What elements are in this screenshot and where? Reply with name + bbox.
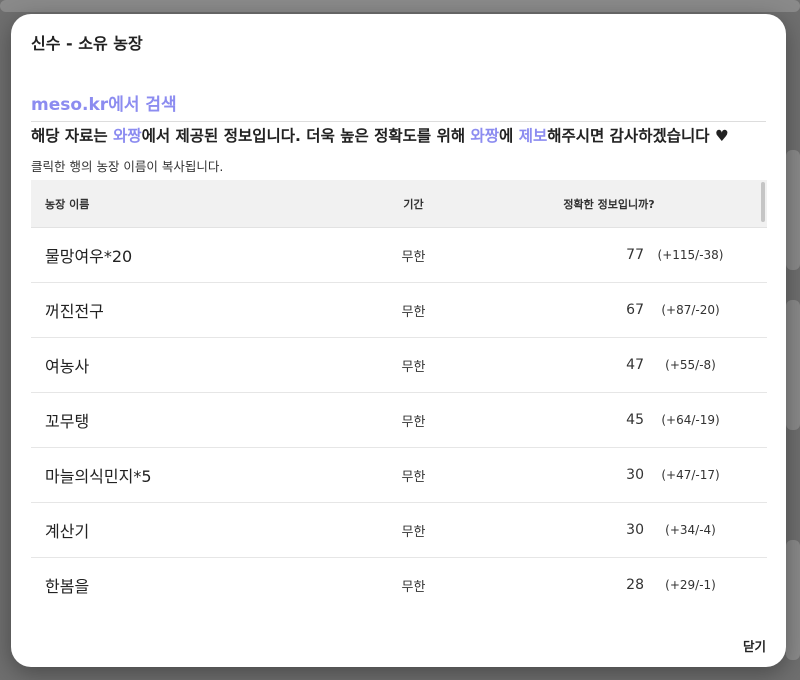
vote-count-cell: (+55/-8)	[665, 358, 716, 372]
notice-text: 해당 자료는	[31, 127, 114, 145]
column-header-period[interactable]: 기간	[376, 196, 451, 212]
notice-text: 에	[499, 127, 519, 145]
period-cell: 무한	[401, 524, 426, 540]
period-cell: 무한	[401, 249, 426, 265]
accuracy-score-cell: 77	[626, 247, 644, 263]
period-cell: 무한	[401, 414, 426, 430]
table-row[interactable]: 마늘의식민지*5 무한 30 (+47/-17)	[31, 448, 767, 503]
vote-count-cell: (+115/-38)	[657, 248, 724, 262]
period-cell: 무한	[401, 359, 426, 375]
farm-dialog: 신수 - 소유 농장 meso.kr에서 검색 해당 자료는 와짱에서 제공된 …	[11, 14, 786, 667]
heart-icon: ♥	[714, 127, 729, 145]
period-cell: 무한	[401, 304, 426, 320]
farm-table[interactable]: 농장 이름 기간 정확한 정보입니까? 물망여우*20 무한 77 (+115/-38…	[31, 180, 767, 597]
notice-text: 에서 제공된 정보입니다. 더욱 높은 정확도를 위해	[141, 127, 471, 145]
report-link[interactable]: 제보	[519, 127, 548, 145]
table-row[interactable]: 여농사 무한 47 (+55/-8)	[31, 338, 767, 393]
farm-name-cell: 한봄을	[45, 577, 90, 596]
accuracy-score-cell: 67	[626, 302, 644, 318]
divider	[31, 121, 766, 122]
period-cell: 무한	[401, 469, 426, 485]
table-row[interactable]: 물망여우*20 무한 77 (+115/-38)	[31, 228, 767, 283]
vote-count-cell: (+87/-20)	[661, 303, 720, 317]
scrollbar[interactable]	[761, 182, 765, 222]
accuracy-score-cell: 30	[626, 467, 644, 483]
copy-hint: 클릭한 행의 농장 이름이 복사됩니다.	[31, 159, 224, 174]
vote-count-cell: (+29/-1)	[665, 578, 716, 592]
close-button[interactable]: 닫기	[743, 636, 766, 655]
farm-name-cell: 여농사	[45, 357, 90, 376]
farm-name-cell: 계산기	[45, 522, 90, 541]
column-header-name[interactable]: 농장 이름	[31, 196, 376, 212]
table-body: 물망여우*20 무한 77 (+115/-38) 꺼진전구 무한 67 (+87/-20) 여농…	[31, 228, 767, 597]
table-row[interactable]: 꼬무탱 무한 45 (+64/-19)	[31, 393, 767, 448]
background-card	[0, 0, 800, 12]
dialog-title: 신수 - 소유 농장	[31, 34, 143, 53]
source-notice: 해당 자료는 와짱에서 제공된 정보입니다. 더욱 높은 정확도를 위해 와짱에…	[31, 124, 729, 146]
vote-count-cell: (+64/-19)	[661, 413, 720, 427]
table-row[interactable]: 계산기 무한 30 (+34/-4)	[31, 503, 767, 558]
search-meso-link[interactable]: meso.kr에서 검색	[31, 90, 177, 115]
accuracy-score-cell: 47	[626, 357, 644, 373]
vote-count-cell: (+34/-4)	[665, 523, 716, 537]
table-header: 농장 이름 기간 정확한 정보입니까?	[31, 180, 767, 228]
accuracy-score-cell: 30	[626, 522, 644, 538]
source-link[interactable]: 와짱	[471, 127, 500, 145]
background-card	[786, 540, 800, 660]
notice-text: 해주시면 감사하겠습니다	[547, 127, 715, 145]
table-row[interactable]: 한봄을 무한 28 (+29/-1)	[31, 558, 767, 597]
farm-name-cell: 물망여우*20	[45, 247, 133, 266]
vote-count-cell: (+47/-17)	[661, 468, 720, 482]
accuracy-score-cell: 28	[626, 577, 644, 593]
farm-name-cell: 꼬무탱	[45, 412, 90, 431]
farm-name-cell: 마늘의식민지*5	[45, 467, 152, 486]
source-link[interactable]: 와짱	[113, 127, 142, 145]
background-card	[786, 150, 800, 270]
column-header-accuracy[interactable]: 정확한 정보입니까?	[451, 196, 767, 212]
period-cell: 무한	[401, 579, 426, 595]
accuracy-score-cell: 45	[626, 412, 644, 428]
table-row[interactable]: 꺼진전구 무한 67 (+87/-20)	[31, 283, 767, 338]
farm-name-cell: 꺼진전구	[45, 302, 104, 321]
background-card	[786, 300, 800, 430]
